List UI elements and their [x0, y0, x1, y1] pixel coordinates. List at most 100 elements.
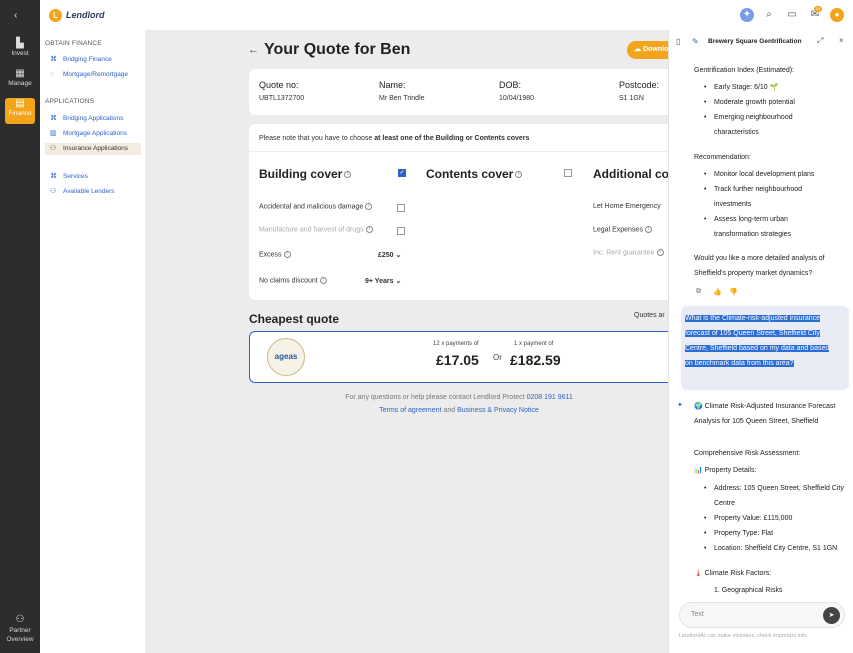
edit-icon[interactable]: ✎ — [692, 37, 699, 46]
grid-icon: ▦ — [15, 68, 25, 79]
chevron-down-icon: ⌄ — [395, 252, 402, 259]
list-item: Property Type: Flat — [704, 526, 773, 541]
monthly-label: 12 x payments of — [433, 341, 479, 347]
copy-icon[interactable]: ⧉ — [696, 288, 701, 296]
disclaimer: LendlordAI can make mistakes, check impo… — [679, 633, 809, 639]
sidebar-item-available-lenders[interactable]: ⚇ Available Lenders — [45, 186, 141, 198]
or-label: Or — [493, 353, 502, 362]
sidebar-toggle-icon[interactable]: ▯ — [676, 37, 680, 46]
app-rail: ‹ ▙ Invest ▦ Manage ▤ Finance ⚇ Partner … — [0, 0, 40, 653]
back-arrow-icon[interactable]: ← — [248, 44, 259, 56]
quote-info-card: Quote no: UBTL1372700 Name: Mr Ben Trind… — [249, 69, 679, 115]
info-icon[interactable]: i — [515, 171, 523, 179]
notification-badge: 10 — [814, 6, 822, 12]
page-title: Your Quote for Ben — [264, 41, 411, 58]
brand-name: Lendlord — [66, 10, 105, 20]
list-item: Track further neighbourhood investments — [704, 182, 824, 212]
ai-sparkle-icon[interactable]: ✦ — [740, 8, 754, 22]
ai-chat-panel: ▯ ✎ Brewery Square Gentrification ⤢ × Ge… — [668, 30, 853, 653]
info-icon[interactable]: i — [656, 249, 664, 256]
list-item: Location: Sheffield City Centre, S1 1GN — [704, 541, 837, 556]
inbox-icon[interactable]: ▭ — [785, 8, 799, 22]
link-icon: ⌘ — [50, 56, 57, 63]
close-icon[interactable]: × — [839, 36, 844, 45]
sidebar-item-bridging-finance[interactable]: ⌘ Bridging Finance — [45, 54, 141, 66]
info-icon[interactable]: i — [283, 251, 291, 258]
chat-input[interactable]: Text ➤ — [679, 602, 845, 628]
link-icon: ⌘ — [50, 173, 57, 180]
property-details-label: 📊 Property Details: — [694, 467, 757, 474]
excess-select[interactable]: £250 ⌄ — [378, 251, 401, 259]
rail-partner-overview[interactable]: ⚇ Partner Overview — [0, 614, 40, 646]
privacy-link[interactable]: Business & Privacy Notice — [457, 407, 539, 414]
answer-title: 🌍 Climate Risk-Adjusted Insurance Foreca… — [694, 403, 836, 425]
info-icon[interactable]: i — [365, 203, 373, 210]
contents-cover-checkbox[interactable] — [564, 169, 572, 177]
ageas-logo: ageas — [267, 338, 305, 376]
list-item: Assess long-term urban transformation st… — [704, 212, 824, 242]
covers-card: Please note that you have to choose at l… — [249, 124, 679, 300]
send-button[interactable]: ➤ — [823, 607, 840, 624]
annual-label: 1 x payment of — [514, 341, 554, 347]
monthly-value: £17.05 — [436, 352, 479, 368]
comprehensive-label: Comprehensive Risk Assessment: — [694, 450, 801, 457]
name-value: Mr Ben Trindle — [379, 95, 425, 102]
avatar[interactable]: ● — [830, 8, 844, 22]
terms-link[interactable]: Terms of agreement — [379, 407, 441, 414]
chevron-down-icon: ⌄ — [395, 278, 402, 285]
quotes-note: Quotes ar — [634, 312, 665, 319]
send-icon: ➤ — [828, 612, 835, 619]
rail-invest[interactable]: ▙ Invest — [0, 38, 40, 64]
annual-value: £182.59 — [510, 352, 561, 368]
list-item: Early Stage: 6/10 🌱 — [704, 80, 778, 95]
ai-sparkle-icon: ✦ — [677, 402, 683, 409]
climate-factors-label: 🌡️ Climate Risk Factors: — [694, 570, 772, 577]
additional-cover-title: Additional co — [593, 167, 669, 181]
sidebar-item-insurance-applications[interactable]: ⚇ Insurance Applications — [45, 143, 141, 155]
user-message-text: What is the Climate-risk-adjusted insura… — [685, 315, 830, 367]
drugs-harvest-checkbox[interactable] — [397, 227, 405, 235]
thumbs-down-icon[interactable]: 👎 — [729, 288, 738, 296]
chat-title: Brewery Square Gentrification — [708, 38, 802, 45]
list-item: Address: 105 Queen Street, Sheffield Cit… — [704, 481, 844, 511]
ncd-select[interactable]: 9+ Years ⌄ — [365, 277, 401, 285]
people-icon: ⚇ — [50, 145, 57, 152]
info-icon[interactable]: i — [344, 171, 352, 179]
list-item: Monitor local development plans — [704, 167, 814, 182]
section-applications: APPLICATIONS — [45, 98, 95, 105]
quote-no-value: UBTL1372700 — [259, 95, 305, 102]
postcode-label: Postcode: — [619, 80, 660, 90]
contents-cover-title: Contents cover i — [426, 167, 523, 181]
info-icon[interactable]: i — [644, 226, 652, 233]
expand-icon[interactable]: ⤢ — [817, 36, 823, 46]
info-icon[interactable]: i — [365, 226, 373, 233]
quote-no-label: Quote no: — [259, 80, 299, 90]
phone-link[interactable]: 0208 191 9611 — [527, 394, 573, 401]
user-message-bubble: What is the Climate-risk-adjusted insura… — [681, 306, 849, 390]
cover-note: Please note that you have to choose at l… — [259, 135, 530, 142]
refresh-icon: ◌ — [50, 71, 55, 78]
building-cover-checkbox[interactable]: ✓ — [398, 169, 406, 177]
section-obtain-finance: OBTAIN FINANCE — [45, 40, 102, 47]
thumbs-up-icon[interactable]: 👍 — [713, 288, 722, 296]
let-home-emergency-label: Let Home Emergency — [593, 203, 661, 210]
accidental-damage-checkbox[interactable] — [397, 204, 405, 212]
rail-manage[interactable]: ▦ Manage — [0, 68, 40, 94]
info-icon[interactable]: i — [319, 277, 327, 284]
sidebar-item-services[interactable]: ⌘ Services — [45, 171, 141, 183]
collapse-icon[interactable]: ‹ — [14, 10, 17, 21]
search-icon[interactable]: ⌕ — [762, 8, 776, 22]
sidebar-item-mortgage[interactable]: ◌ Mortgage/Remortgage — [45, 69, 141, 81]
rail-finance[interactable]: ▤ Finance — [5, 98, 35, 124]
list-item: Moderate growth potential — [704, 95, 795, 110]
building-icon: ▥ — [50, 130, 57, 137]
lendlord-logo-icon: L — [49, 9, 62, 22]
chart-icon: ▙ — [16, 38, 24, 49]
sidebar-item-mortgage-applications[interactable]: ▥ Mortgage Applications — [45, 128, 141, 140]
list-item: 1. Geographical Risks — [714, 587, 783, 594]
cheapest-quote-card[interactable]: ageas 12 x payments of £17.05 Or 1 x pay… — [249, 331, 679, 383]
followup-question: Would you like a more detailed analysis … — [694, 255, 825, 277]
accidental-damage-label: Accidental and malicious damage i — [259, 203, 373, 210]
sidebar-item-bridging-applications[interactable]: ⌘ Bridging Applications — [45, 113, 141, 125]
excess-label: Excess i — [259, 251, 291, 258]
